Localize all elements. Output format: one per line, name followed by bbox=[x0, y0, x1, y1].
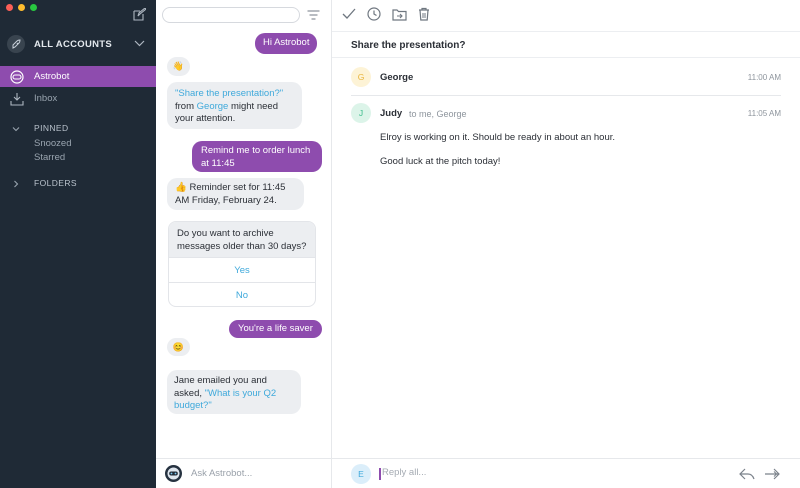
message-body-line: Good luck at the pitch today! bbox=[380, 156, 501, 167]
subject-bar: Share the presentation? bbox=[332, 31, 800, 58]
chat-message-in: Jane emailed you and asked, "What is you… bbox=[167, 370, 301, 414]
ask-astrobot-input[interactable] bbox=[191, 468, 321, 479]
pinned-section-label: PINNED bbox=[34, 123, 69, 133]
close-window-button[interactable] bbox=[6, 4, 13, 11]
message-text: messages older than 30 days? bbox=[177, 240, 307, 252]
message-time: 11:05 AM bbox=[747, 109, 781, 118]
email-subject: Share the presentation? bbox=[351, 40, 466, 51]
message-text: Do you want to archive bbox=[177, 228, 274, 239]
move-to-folder-icon[interactable] bbox=[391, 6, 407, 22]
message-body-line: Elroy is working on it. Should be ready … bbox=[380, 132, 616, 143]
archive-yes-button[interactable]: Yes bbox=[169, 257, 315, 282]
message-text: from bbox=[175, 100, 194, 112]
chat-message-in: "Share the presentation?" from George mi… bbox=[167, 82, 302, 129]
message-text: Reminder set for 11:45 bbox=[189, 182, 286, 193]
smile-emoji: 😊 bbox=[172, 341, 185, 352]
sidebar: ALL ACCOUNTS Astrobot Inbox PINNED Snooz… bbox=[0, 0, 156, 488]
sidebar-item-astrobot[interactable]: Astrobot bbox=[0, 66, 156, 87]
sidebar-item-starred[interactable]: Starred bbox=[34, 152, 65, 163]
chat-message-out: Remind me to order lunch at 11:45 bbox=[192, 141, 322, 172]
chat-message-out: Hi Astrobot bbox=[255, 33, 318, 54]
search-input[interactable] bbox=[162, 7, 300, 23]
sidebar-item-inbox[interactable]: Inbox bbox=[0, 88, 156, 109]
astrobot-icon bbox=[10, 69, 24, 84]
email-question-link[interactable]: budget?" bbox=[174, 400, 212, 411]
pinned-section-toggle[interactable]: PINNED bbox=[0, 121, 156, 135]
filter-icon[interactable] bbox=[307, 9, 320, 21]
message-text: You're a life saver bbox=[238, 323, 313, 334]
archive-no-button[interactable]: No bbox=[169, 282, 315, 306]
compose-icon[interactable] bbox=[133, 7, 147, 21]
message-text: Jane emailed you and bbox=[174, 375, 267, 386]
avatar: E bbox=[351, 464, 371, 484]
chat-message-out: You're a life saver bbox=[229, 320, 322, 338]
text-caret bbox=[379, 468, 381, 480]
sidebar-item-snoozed[interactable]: Snoozed bbox=[34, 138, 72, 149]
message-text: asked, bbox=[174, 387, 202, 399]
astrobot-avatar bbox=[165, 465, 182, 482]
message-text: Hi Astrobot bbox=[263, 37, 310, 48]
chat-message-in: 👍 Reminder set for 11:45 AM Friday, Febr… bbox=[167, 178, 304, 210]
message-divider bbox=[351, 95, 781, 96]
clock-icon[interactable] bbox=[366, 6, 382, 22]
message-pane: Share the presentation? G George 11:00 A… bbox=[332, 0, 800, 488]
minimize-window-button[interactable] bbox=[18, 4, 25, 11]
email-subject-link[interactable]: "Share the presentation?" bbox=[175, 88, 283, 99]
message-text: at 11:45 bbox=[201, 157, 235, 169]
window-controls bbox=[6, 4, 37, 11]
folders-section-label: FOLDERS bbox=[34, 178, 77, 188]
message-text: might need bbox=[230, 100, 278, 112]
message-text: your attention. bbox=[175, 113, 236, 124]
archive-prompt-card: Do you want to archive messages older th… bbox=[168, 221, 316, 307]
account-switcher[interactable]: ALL ACCOUNTS bbox=[0, 33, 156, 55]
sender-name[interactable]: George bbox=[380, 72, 413, 83]
reply-all-input[interactable] bbox=[382, 467, 682, 478]
maximize-window-button[interactable] bbox=[30, 4, 37, 11]
message-toolbar bbox=[341, 6, 432, 22]
chevron-down-icon[interactable] bbox=[134, 38, 145, 49]
message-time: 11:00 AM bbox=[747, 73, 781, 82]
reply-composer: E bbox=[332, 458, 800, 488]
thumbs-up-emoji: 👍 bbox=[175, 182, 187, 193]
chevron-right-icon bbox=[12, 179, 20, 188]
astrobot-chat-panel: Hi Astrobot 👋 "Share the presentation?" … bbox=[156, 0, 332, 488]
avatar: J bbox=[351, 103, 371, 123]
trash-icon[interactable] bbox=[416, 6, 432, 22]
sender-name[interactable]: Judy bbox=[380, 108, 402, 119]
rocket-icon bbox=[7, 35, 25, 53]
sidebar-item-label: Astrobot bbox=[34, 71, 70, 82]
email-question-link[interactable]: "What is your Q2 bbox=[205, 388, 276, 399]
chat-composer bbox=[156, 458, 332, 488]
chevron-down-icon bbox=[12, 124, 20, 132]
chat-message-in: 😊 bbox=[167, 338, 190, 356]
account-label: ALL ACCOUNTS bbox=[34, 38, 113, 50]
message-text: AM Friday, February 24. bbox=[175, 194, 277, 206]
forward-icon[interactable] bbox=[764, 467, 780, 481]
reply-icon[interactable] bbox=[739, 467, 755, 481]
folders-section-toggle[interactable]: FOLDERS bbox=[0, 176, 156, 190]
checkmark-icon[interactable] bbox=[341, 6, 357, 22]
avatar: G bbox=[351, 67, 371, 87]
contact-link[interactable]: George bbox=[197, 101, 229, 112]
sidebar-item-label: Inbox bbox=[34, 93, 58, 104]
wave-emoji: 👋 bbox=[172, 61, 185, 72]
inbox-tray-icon bbox=[10, 92, 24, 106]
archive-question: Do you want to archive messages older th… bbox=[169, 222, 315, 257]
chat-message-in: 👋 bbox=[167, 57, 190, 76]
recipients[interactable]: to me, George bbox=[409, 109, 467, 119]
message-text: Remind me to order lunch bbox=[201, 145, 311, 156]
